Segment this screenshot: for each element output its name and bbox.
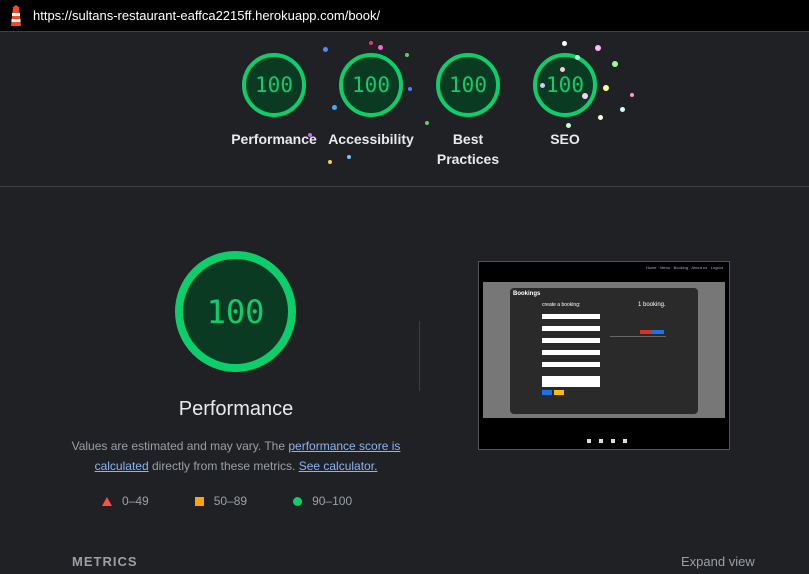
legend-average-range: 50–89 xyxy=(213,494,248,508)
page-url: https://sultans-restaurant-eaffca2215ff.… xyxy=(33,8,381,23)
final-screenshot: Home · Menu · Booking · About us · Logou… xyxy=(478,261,730,450)
gauge-seo-value: 100 xyxy=(546,73,584,97)
top-bar: https://sultans-restaurant-eaffca2215ff.… xyxy=(0,0,809,32)
legend-pass-range: 90–100 xyxy=(312,494,353,508)
legend-average: 50–89 xyxy=(194,494,248,508)
section-divider xyxy=(419,321,420,391)
desc-text-mid: directly from these metrics. xyxy=(148,459,299,473)
pass-circle-icon xyxy=(293,496,303,506)
legend-pass: 90–100 xyxy=(293,494,352,508)
desc-text: Values are estimated and may vary. The xyxy=(71,439,289,453)
gauge-best-practices-label: Best Practices xyxy=(436,131,500,167)
performance-description: Values are estimated and may vary. The p… xyxy=(60,436,412,476)
gauge-accessibility-label: Accessibility xyxy=(328,131,414,147)
expand-view-button[interactable]: Expand view xyxy=(681,554,755,569)
performance-score: 100 xyxy=(206,292,265,331)
lighthouse-logo-icon xyxy=(7,4,25,27)
metrics-heading: METRICS xyxy=(72,554,138,569)
thumb-booking-card: Bookings create a booking: 1 booking. xyxy=(510,288,698,414)
fail-triangle-icon xyxy=(102,496,112,506)
legend-fail-range: 0–49 xyxy=(122,494,149,508)
legend-fail: 0–49 xyxy=(102,494,149,508)
thumb-navbar: Home · Menu · Booking · About us · Logou… xyxy=(479,262,729,280)
gauge-seo-label: SEO xyxy=(550,131,580,147)
gauge-accessibility[interactable]: 100 Accessibility xyxy=(328,53,414,147)
performance-gauge: 100 xyxy=(175,251,296,372)
thumb-body: Bookings create a booking: 1 booking. xyxy=(483,282,725,418)
gauge-performance-value: 100 xyxy=(255,73,293,97)
performance-title: Performance xyxy=(178,398,294,420)
gauge-best-practices[interactable]: 100 Best Practices xyxy=(436,53,500,167)
performance-section: 100 Performance Values are estimated and… xyxy=(0,188,809,574)
average-square-icon xyxy=(194,496,204,506)
gauge-accessibility-value: 100 xyxy=(352,73,390,97)
gauge-best-practices-value: 100 xyxy=(449,73,487,97)
thumb-footer-icons xyxy=(587,439,627,443)
scores-header: 100 Performance 100 Accessibility 100 Be… xyxy=(0,33,809,187)
score-legend: 0–49 50–89 90–100 xyxy=(102,494,398,508)
gauge-performance[interactable]: 100 Performance xyxy=(231,53,317,147)
see-calculator-link[interactable]: See calculator. xyxy=(299,459,378,473)
